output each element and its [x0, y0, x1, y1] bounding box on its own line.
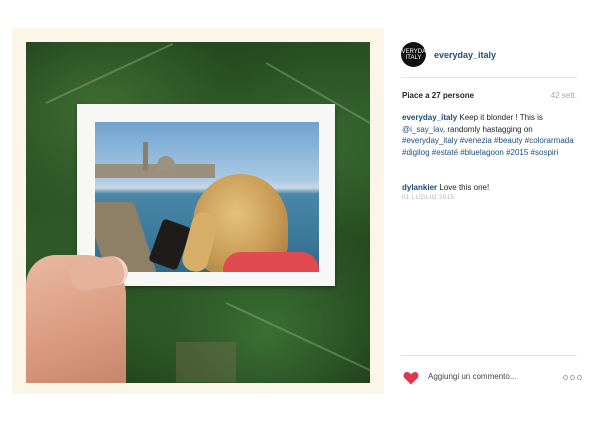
bell-tower: [143, 142, 148, 170]
caption-text: Keep it blonder ! This is: [459, 113, 543, 122]
caption-text: , randomly hastagging on: [442, 124, 533, 134]
comment: dylankier Love this one!: [402, 182, 580, 194]
caption: everyday_italy Keep it blonder ! This is…: [402, 112, 580, 158]
red-shirt: [223, 252, 319, 272]
more-options-icon[interactable]: [563, 375, 582, 380]
hashtags[interactable]: #everyday_italy #venezia #beauty #colora…: [402, 136, 574, 157]
post-time-ago: 42 sett.: [550, 91, 577, 100]
likes-count[interactable]: Piace a 27 persone: [402, 91, 474, 100]
church-dome: [157, 156, 175, 170]
dot: [577, 375, 582, 380]
divider: [401, 355, 577, 356]
caption-username[interactable]: everyday_italy: [402, 113, 457, 122]
skyline: [95, 164, 215, 178]
avatar-logo-text: EVERYDAY ITALY: [397, 48, 430, 61]
dot: [570, 375, 575, 380]
post-username[interactable]: everyday_italy: [434, 50, 496, 60]
leaf-vein: [225, 302, 370, 372]
dot: [563, 375, 568, 380]
avatar[interactable]: EVERYDAY ITALY: [398, 42, 430, 67]
post-header: EVERYDAY ITALY everyday_italy: [398, 42, 496, 67]
comment-username[interactable]: dylankier: [402, 183, 437, 192]
heart-icon[interactable]: [403, 371, 419, 385]
divider: [401, 77, 577, 78]
leaf-stem: [176, 342, 236, 382]
post-date: 01 LUGLIO 2015: [402, 195, 455, 201]
add-comment-input[interactable]: Aggiungi un commento...: [428, 372, 517, 381]
leaf-vein: [45, 42, 174, 104]
mention-link[interactable]: @i_say_lav: [402, 125, 443, 134]
venice-photo: [95, 122, 319, 272]
comment-text: Love this one!: [439, 183, 490, 192]
